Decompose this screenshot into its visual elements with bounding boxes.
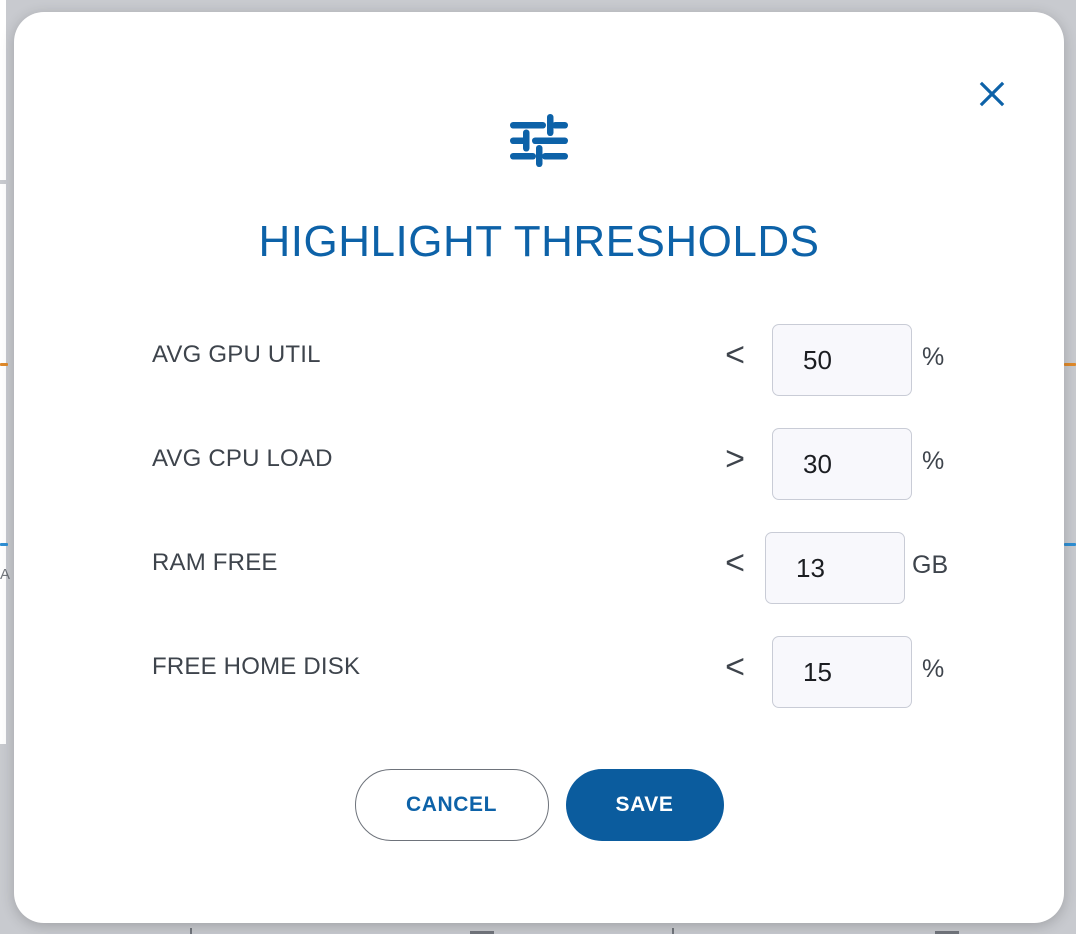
threshold-rows: AVG GPU UTIL < % AVG CPU LOAD > % RAM FR… (152, 324, 962, 740)
background-rule-orange-right (1064, 363, 1076, 366)
background-rule-orange-left (0, 363, 8, 366)
close-icon[interactable] (970, 72, 1014, 116)
threshold-unit: % (922, 343, 945, 371)
threshold-row-free-home-disk: FREE HOME DISK < % (152, 636, 962, 740)
background-tick-1 (190, 928, 192, 934)
background-tick-3 (672, 928, 674, 934)
page-title: HIGHLIGHT THRESHOLDS (258, 217, 820, 266)
threshold-unit: % (922, 447, 945, 475)
background-rule-blue-left (0, 543, 8, 546)
comparison-operator: > (725, 440, 745, 478)
threshold-label: AVG GPU UTIL (152, 341, 321, 368)
comparison-operator: < (725, 544, 745, 582)
save-button[interactable]: SAVE (565, 769, 724, 841)
threshold-label: RAM FREE (152, 549, 278, 576)
highlight-thresholds-dialog: HIGHLIGHT THRESHOLDS AVG GPU UTIL < % AV… (14, 12, 1064, 923)
threshold-label: FREE HOME DISK (152, 653, 361, 680)
comparison-operator: < (725, 336, 745, 374)
threshold-value-input[interactable] (772, 636, 912, 708)
background-rule-blue-right (1064, 543, 1076, 546)
threshold-row-avg-gpu-util: AVG GPU UTIL < % (152, 324, 962, 428)
threshold-value-input[interactable] (772, 324, 912, 396)
threshold-unit: GB (912, 551, 949, 579)
threshold-value-input[interactable] (765, 532, 905, 604)
cancel-button[interactable]: CANCEL (354, 769, 549, 841)
threshold-row-ram-free: RAM FREE < GB (152, 532, 962, 636)
dialog-actions: CANCEL SAVE (14, 769, 1064, 841)
threshold-label: AVG CPU LOAD (152, 445, 333, 472)
comparison-operator: < (725, 648, 745, 686)
background-panel-left (0, 0, 6, 180)
background-letter-fragment: A (0, 566, 11, 583)
threshold-row-avg-cpu-load: AVG CPU LOAD > % (152, 428, 962, 532)
tune-sliders-icon (14, 112, 1064, 170)
threshold-unit: % (922, 655, 945, 683)
threshold-value-input[interactable] (772, 428, 912, 500)
background-panel-left-lower (0, 184, 6, 744)
